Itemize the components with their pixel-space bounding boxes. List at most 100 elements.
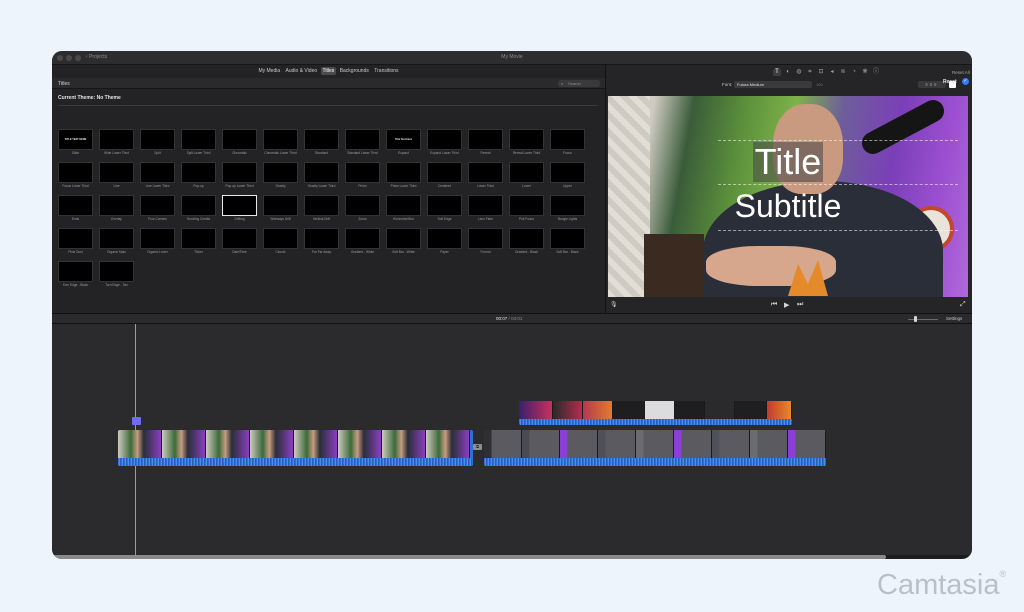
title-thumbnail (181, 195, 216, 216)
title-item[interactable]: Prism (342, 162, 383, 188)
title-item[interactable]: Torn Edge - Black (55, 261, 96, 287)
title-item[interactable]: Drifting (219, 195, 260, 221)
tab-transitions[interactable]: Transitions (372, 67, 400, 75)
timeline-settings-button[interactable]: Settings (946, 316, 962, 321)
title-item[interactable]: Far Far Away (301, 228, 342, 254)
reset-all-button[interactable]: Reset All (952, 70, 970, 75)
tab-my-media[interactable]: My Media (256, 67, 282, 75)
title-item[interactable]: Gradient - Black (506, 228, 547, 254)
title-item[interactable]: Chromatic Lower Third (260, 129, 301, 155)
timeline-zoom-slider[interactable] (908, 319, 938, 320)
title-item[interactable]: Overlap (96, 195, 137, 221)
title-item[interactable]: Soft Bar - Black (547, 228, 588, 254)
speed-icon[interactable]: ◔ (850, 69, 858, 76)
title-item[interactable]: Horizontal Blur (383, 195, 424, 221)
clip-filter-icon[interactable]: ❋ (861, 69, 869, 76)
crop-icon[interactable]: ⌗ (806, 69, 814, 76)
title-item[interactable]: Zoom (342, 195, 383, 221)
info-icon[interactable]: ⓘ (872, 69, 880, 76)
title-item[interactable]: Upper (547, 162, 588, 188)
title-guide-line (718, 140, 958, 141)
color-correction-icon[interactable]: ◍ (795, 69, 803, 76)
color-balance-icon[interactable]: ◐ (784, 69, 792, 76)
title-item[interactable]: Standard Lower Third (342, 129, 383, 155)
close-window-button[interactable] (57, 55, 63, 61)
title-item[interactable]: Scrolling Credits (178, 195, 219, 221)
reset-button[interactable]: Reset (943, 79, 957, 85)
zoom-window-button[interactable] (75, 55, 81, 61)
title-item[interactable]: TITLE TEXT HERE Slide (55, 129, 96, 155)
title-item[interactable]: Formal (465, 228, 506, 254)
tab-backgrounds[interactable]: Backgrounds (338, 67, 371, 75)
title-item[interactable]: Lens Flare (465, 195, 506, 221)
title-item[interactable]: Four Corners (137, 195, 178, 221)
broll-clip[interactable] (519, 401, 792, 425)
timeline-scrollbar[interactable] (52, 555, 886, 559)
tab-audio-video[interactable]: Audio & Video (284, 67, 320, 75)
volume-icon[interactable]: ◂ (828, 69, 836, 76)
zoom-slider-knob[interactable] (914, 316, 917, 322)
title-item[interactable]: Pull Focus (506, 195, 547, 221)
title-item[interactable]: Torn Edge - Tan (96, 261, 137, 287)
projects-back-button[interactable]: ‹ Projects (86, 54, 107, 60)
title-item[interactable]: Title Text Here Expand (383, 129, 424, 155)
title-item[interactable]: Paper (424, 228, 465, 254)
title-item[interactable]: Ticker (178, 228, 219, 254)
title-item[interactable]: Line Lower Third (137, 162, 178, 188)
voiceover-mic-icon[interactable]: 🎙 (610, 301, 618, 308)
title-item[interactable]: Focus Lower Third (55, 162, 96, 188)
font-select[interactable]: Futura Medium (734, 81, 812, 88)
minimize-window-button[interactable] (66, 55, 72, 61)
font-size-field[interactable]: 100 (816, 82, 823, 87)
title-item[interactable]: Gravity (260, 162, 301, 188)
title-item[interactable]: Pixie Dust (55, 228, 96, 254)
video-preview[interactable]: Title Subtitle (608, 96, 968, 297)
title-item[interactable]: Lower (506, 162, 547, 188)
title-item[interactable]: Standard (301, 129, 342, 155)
apply-check-icon[interactable]: ✓ (962, 78, 969, 85)
title-item[interactable]: Centered (424, 162, 465, 188)
skip-forward-icon[interactable]: ⏭ (797, 301, 803, 309)
title-text-overlay[interactable]: Title (753, 142, 823, 182)
title-item[interactable]: Organic Main (96, 228, 137, 254)
title-item[interactable]: Reveal (465, 129, 506, 155)
play-icon[interactable]: ▶ (784, 301, 789, 309)
stabilization-icon[interactable]: ⊡ (817, 69, 825, 76)
title-item[interactable]: Reveal Lower Third (506, 129, 547, 155)
title-item[interactable]: Lower Third (465, 162, 506, 188)
title-item[interactable]: Ends (55, 195, 96, 221)
title-item[interactable]: Split Lower Third (178, 129, 219, 155)
search-input[interactable]: Search (558, 80, 600, 87)
fullscreen-icon[interactable]: ⤢ (960, 301, 966, 309)
screen-recording-clip[interactable] (484, 430, 826, 466)
title-item[interactable]: Wide Lower Third (96, 129, 137, 155)
text-align-group[interactable]: ≡≡≡ (918, 81, 946, 88)
title-item[interactable]: Sideways Drift (260, 195, 301, 221)
title-item[interactable]: Expand Lower Third (424, 129, 465, 155)
skip-back-icon[interactable]: ⏮ (771, 301, 777, 309)
subtitle-text-overlay[interactable]: Subtitle (718, 186, 858, 226)
title-item[interactable]: Split (137, 129, 178, 155)
title-item[interactable]: Gradient - White (342, 228, 383, 254)
title-item[interactable]: Organic Lower (137, 228, 178, 254)
timeline[interactable]: ⧉ (52, 324, 972, 555)
title-text-icon[interactable]: T (773, 69, 781, 76)
title-item[interactable]: Gravity Lower Third (301, 162, 342, 188)
noise-reduction-icon[interactable]: ≋ (839, 69, 847, 76)
title-item[interactable]: Prism Lower Third (383, 162, 424, 188)
title-item[interactable]: Pop-up Lower Third (219, 162, 260, 188)
transition-icon[interactable]: ⧉ (473, 444, 482, 450)
title-item[interactable]: Soft Bar - White (383, 228, 424, 254)
title-item[interactable]: Focus (547, 129, 588, 155)
title-item[interactable]: Boogie Lights (547, 195, 588, 221)
title-item[interactable]: Date/Time (219, 228, 260, 254)
title-item[interactable]: Clouds (260, 228, 301, 254)
title-item[interactable]: Soft Edge (424, 195, 465, 221)
title-item[interactable]: Vertical Drift (301, 195, 342, 221)
title-item[interactable]: Line (96, 162, 137, 188)
tab-titles[interactable]: Titles (320, 67, 337, 75)
main-video-clip[interactable] (118, 430, 473, 466)
title-item[interactable]: Chromatic (219, 129, 260, 155)
title-item[interactable]: Pop-up (178, 162, 219, 188)
title-clip-marker[interactable] (132, 417, 141, 425)
